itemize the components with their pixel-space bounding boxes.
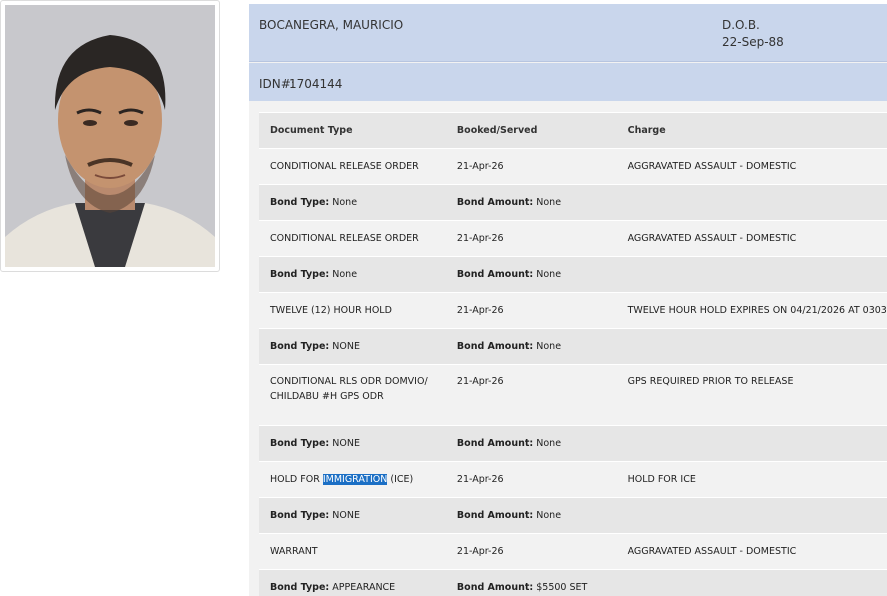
document-type-post: (ICE) [390,474,414,485]
bond-amount-label: Bond Amount: [456,510,534,521]
document-type: TWELVE (12) HOUR HOLD [259,292,446,329]
bond-amount: Bond Amount: None [445,425,617,462]
header-booked-served: Booked/Served [445,112,617,149]
bond-row: Bond Type: NONE Bond Amount: None [259,497,887,534]
document-type-line1: CONDITIONAL RLS ODR DOMVIO/ [270,376,428,387]
document-type: WARRANT [259,533,446,570]
bond-type-value: None [332,269,358,280]
bond-type-label: Bond Type: [270,197,330,208]
bond-type-label: Bond Type: [270,341,330,352]
charge: AGGRAVATED ASSAULT - DOMESTIC [616,220,887,257]
bond-type-value: NONE [332,510,360,521]
document-type: CONDITIONAL RLS ODR DOMVIO/CHILDABU #H G… [259,364,446,426]
table-row: CONDITIONAL RLS ODR DOMVIO/CHILDABU #H G… [259,364,887,426]
bond-type-label: Bond Type: [270,510,330,521]
table-row: CONDITIONAL RELEASE ORDER 21-Apr-26 AGGR… [259,148,887,185]
bond-type: Bond Type: NONE [259,328,446,365]
bond-amount: Bond Amount: None [445,328,617,365]
bond-type: Bond Type: None [259,256,446,293]
bond-amount-value: None [536,197,562,208]
dob-label: D.O.B. [722,18,760,32]
document-type: CONDITIONAL RELEASE ORDER [259,148,446,185]
dob-value: 22-Sep-88 [722,35,784,49]
bond-type-label: Bond Type: [270,269,330,280]
bond-row: Bond Type: None Bond Amount: None [259,256,887,293]
document-type-line2: CHILDABU #H GPS ODR [270,391,384,402]
charge: AGGRAVATED ASSAULT - DOMESTIC [616,148,887,185]
inmate-record-panel: BOCANEGRA, MAURICIO D.O.B. 22-Sep-88 IDN… [249,4,887,596]
document-type: CONDITIONAL RELEASE ORDER [259,220,446,257]
bond-row: Bond Type: NONE Bond Amount: None [259,425,887,462]
bond-amount: Bond Amount: None [445,256,617,293]
bond-type: Bond Type: None [259,184,446,221]
bond-amount-value: None [536,510,562,521]
bond-amount-value: None [536,438,562,449]
header-charge: Charge [616,112,887,149]
charge: TWELVE HOUR HOLD EXPIRES ON 04/21/2026 A… [616,292,887,329]
bond-amount-label: Bond Amount: [456,438,534,449]
booked-date: 21-Apr-26 [445,292,617,329]
bond-row: Bond Type: NONE Bond Amount: None [259,328,887,365]
selected-text-highlight[interactable]: IMMIGRATION [322,474,388,485]
booked-date: 21-Apr-26 [445,461,617,498]
inmate-name: BOCANEGRA, MAURICIO [259,18,404,32]
bond-amount-value: None [536,341,562,352]
bond-amount-label: Bond Amount: [456,341,534,352]
table-row: WARRANT 21-Apr-26 AGGRAVATED ASSAULT - D… [259,533,887,570]
booked-date: 21-Apr-26 [445,148,617,185]
booking-photo [5,5,215,267]
bond-amount: Bond Amount: None [445,497,617,534]
bond-type: Bond Type: NONE [259,497,446,534]
bond-row: Bond Type: None Bond Amount: None [259,184,887,221]
charge: HOLD FOR ICE [616,461,887,498]
bond-type-value: APPEARANCE [332,582,396,593]
mugshot-portrait-image [5,5,215,267]
documents-table: Document Type Booked/Served Charge CONDI… [259,112,887,596]
bond-type-label: Bond Type: [270,582,330,593]
bond-type-value: NONE [332,438,360,449]
header-document-type: Document Type [259,112,446,149]
charge: GPS REQUIRED PRIOR TO RELEASE [616,364,887,426]
idn-bar: IDN#: 1704144 [249,63,887,101]
document-type: HOLD FOR IMMIGRATION (ICE) [259,461,446,498]
table-row: HOLD FOR IMMIGRATION (ICE) 21-Apr-26 HOL… [259,461,887,498]
document-type-pre: HOLD FOR [270,474,320,485]
table-header-row: Document Type Booked/Served Charge [259,112,887,149]
table-row: TWELVE (12) HOUR HOLD 21-Apr-26 TWELVE H… [259,292,887,329]
booked-date: 21-Apr-26 [445,220,617,257]
idn-value: 1704144 [289,77,343,91]
inmate-header: BOCANEGRA, MAURICIO D.O.B. 22-Sep-88 [249,4,887,62]
booking-photo-frame [0,0,220,272]
bond-type-label: Bond Type: [270,438,330,449]
charge: AGGRAVATED ASSAULT - DOMESTIC [616,533,887,570]
bond-type: Bond Type: NONE [259,425,446,462]
bond-amount-label: Bond Amount: [456,197,534,208]
bond-type: Bond Type: APPEARANCE [259,569,446,596]
bond-amount: Bond Amount: $5500 SET [445,569,617,596]
bond-row: Bond Type: APPEARANCE Bond Amount: $5500… [259,569,887,596]
bond-type-value: None [332,197,358,208]
bond-amount-value: $5500 SET [536,582,588,593]
bond-amount-label: Bond Amount: [456,269,534,280]
booked-date: 21-Apr-26 [445,364,617,426]
table-row: CONDITIONAL RELEASE ORDER 21-Apr-26 AGGR… [259,220,887,257]
bond-amount-value: None [536,269,562,280]
bond-amount: Bond Amount: None [445,184,617,221]
bond-type-value: NONE [332,341,360,352]
booked-date: 21-Apr-26 [445,533,617,570]
bond-amount-label: Bond Amount: [456,582,534,593]
